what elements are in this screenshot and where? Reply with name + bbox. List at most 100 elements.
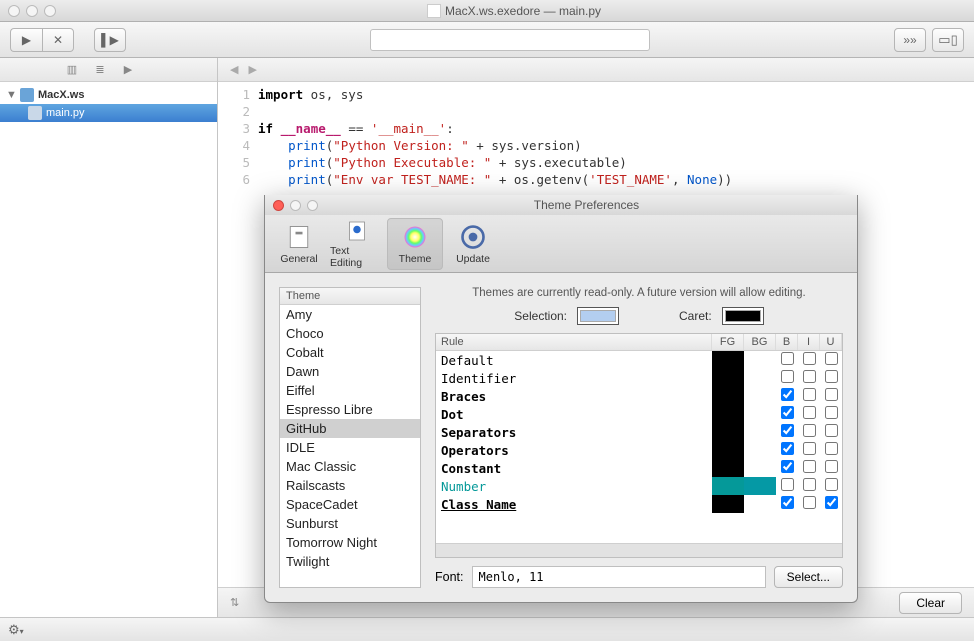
theme-item[interactable]: Espresso Libre (280, 400, 420, 419)
gear-icon[interactable]: ⚙▾ (8, 622, 24, 638)
fg-swatch[interactable] (712, 441, 744, 459)
fg-swatch[interactable] (712, 495, 744, 513)
theme-item[interactable]: Railscasts (280, 476, 420, 495)
stop-button[interactable]: ✕ (42, 28, 74, 52)
theme-item[interactable]: Sunburst (280, 514, 420, 533)
i-checkbox[interactable] (803, 388, 816, 401)
b-checkbox[interactable] (781, 442, 794, 455)
rule-row[interactable]: Dot (436, 405, 842, 423)
nav-forward-icon[interactable]: ▶ (248, 63, 256, 76)
u-checkbox[interactable] (825, 406, 838, 419)
i-checkbox[interactable] (803, 352, 816, 365)
caret-color-swatch[interactable] (722, 307, 764, 325)
col-header-underline[interactable]: U (820, 334, 842, 350)
bg-swatch[interactable] (744, 441, 776, 459)
prefs-tab-theme[interactable]: Theme (387, 218, 443, 270)
tag-mode-icon[interactable]: ▶ (118, 62, 138, 78)
breakpoint-button[interactable]: ▌▶ (94, 28, 126, 52)
library-button[interactable]: ▭▯ (932, 28, 964, 52)
u-checkbox[interactable] (825, 478, 838, 491)
col-header-fg[interactable]: FG (712, 334, 744, 350)
rule-row[interactable]: Number (436, 477, 842, 495)
u-checkbox[interactable] (825, 442, 838, 455)
fg-swatch[interactable] (712, 459, 744, 477)
u-checkbox[interactable] (825, 388, 838, 401)
clear-button[interactable]: Clear (899, 592, 962, 614)
console-toggle-icon[interactable]: ⇅ (230, 596, 239, 609)
bg-swatch[interactable] (744, 369, 776, 387)
horizontal-scrollbar[interactable] (436, 543, 842, 557)
fg-swatch[interactable] (712, 387, 744, 405)
i-checkbox[interactable] (803, 496, 816, 509)
b-checkbox[interactable] (781, 388, 794, 401)
u-checkbox[interactable] (825, 370, 838, 383)
window-zoom-button[interactable] (44, 5, 56, 17)
fg-swatch[interactable] (712, 351, 744, 369)
window-close-button[interactable] (8, 5, 20, 17)
prefs-tab-update[interactable]: Update (445, 218, 501, 270)
fg-swatch[interactable] (712, 423, 744, 441)
bg-swatch[interactable] (744, 387, 776, 405)
dialog-close-button[interactable] (273, 200, 284, 211)
b-checkbox[interactable] (781, 460, 794, 473)
project-root-row[interactable]: ▼ MacX.ws (0, 86, 217, 104)
rule-row[interactable]: Separators (436, 423, 842, 441)
dialog-zoom-button[interactable] (307, 200, 318, 211)
bg-swatch[interactable] (744, 459, 776, 477)
rule-row[interactable]: Braces (436, 387, 842, 405)
col-header-bg[interactable]: BG (744, 334, 776, 350)
prefs-tab-text-editing[interactable]: Text Editing (329, 218, 385, 270)
theme-item[interactable]: Twilight (280, 552, 420, 571)
theme-item[interactable]: Amy (280, 305, 420, 324)
fg-swatch[interactable] (712, 369, 744, 387)
theme-item[interactable]: Choco (280, 324, 420, 343)
run-button[interactable]: ▶ (10, 28, 42, 52)
theme-item[interactable]: Mac Classic (280, 457, 420, 476)
u-checkbox[interactable] (825, 460, 838, 473)
b-checkbox[interactable] (781, 424, 794, 437)
theme-item[interactable]: GitHub (280, 419, 420, 438)
i-checkbox[interactable] (803, 460, 816, 473)
rule-row[interactable]: Identifier (436, 369, 842, 387)
u-checkbox[interactable] (825, 424, 838, 437)
b-checkbox[interactable] (781, 496, 794, 509)
dialog-minimize-button[interactable] (290, 200, 301, 211)
step-button[interactable]: »» (894, 28, 926, 52)
b-checkbox[interactable] (781, 478, 794, 491)
font-input[interactable] (472, 566, 766, 588)
u-checkbox[interactable] (825, 496, 838, 509)
i-checkbox[interactable] (803, 478, 816, 491)
file-row-main-py[interactable]: main.py (0, 104, 217, 122)
bg-swatch[interactable] (744, 495, 776, 513)
prefs-tab-general[interactable]: General (271, 218, 327, 270)
window-minimize-button[interactable] (26, 5, 38, 17)
b-checkbox[interactable] (781, 370, 794, 383)
theme-item[interactable]: Tomorrow Night (280, 533, 420, 552)
i-checkbox[interactable] (803, 442, 816, 455)
theme-item[interactable]: Dawn (280, 362, 420, 381)
rule-row[interactable]: Operators (436, 441, 842, 459)
b-checkbox[interactable] (781, 406, 794, 419)
fg-swatch[interactable] (712, 477, 744, 495)
col-header-rule[interactable]: Rule (436, 334, 712, 350)
bg-swatch[interactable] (744, 423, 776, 441)
u-checkbox[interactable] (825, 352, 838, 365)
theme-item[interactable]: Cobalt (280, 343, 420, 362)
col-header-italic[interactable]: I (798, 334, 820, 350)
theme-item[interactable]: IDLE (280, 438, 420, 457)
rule-row[interactable]: Class Name (436, 495, 842, 513)
b-checkbox[interactable] (781, 352, 794, 365)
chevron-down-icon[interactable]: ▼ (6, 89, 16, 101)
nav-back-icon[interactable]: ◀ (230, 63, 238, 76)
font-select-button[interactable]: Select... (774, 566, 843, 588)
i-checkbox[interactable] (803, 370, 816, 383)
theme-list[interactable]: Theme AmyChocoCobaltDawnEiffelEspresso L… (279, 287, 421, 588)
theme-item[interactable]: SpaceCadet (280, 495, 420, 514)
folder-mode-icon[interactable]: ▥ (62, 62, 82, 78)
i-checkbox[interactable] (803, 424, 816, 437)
i-checkbox[interactable] (803, 406, 816, 419)
col-header-bold[interactable]: B (776, 334, 798, 350)
search-field[interactable] (370, 29, 650, 51)
bg-swatch[interactable] (744, 405, 776, 423)
theme-item[interactable]: Eiffel (280, 381, 420, 400)
